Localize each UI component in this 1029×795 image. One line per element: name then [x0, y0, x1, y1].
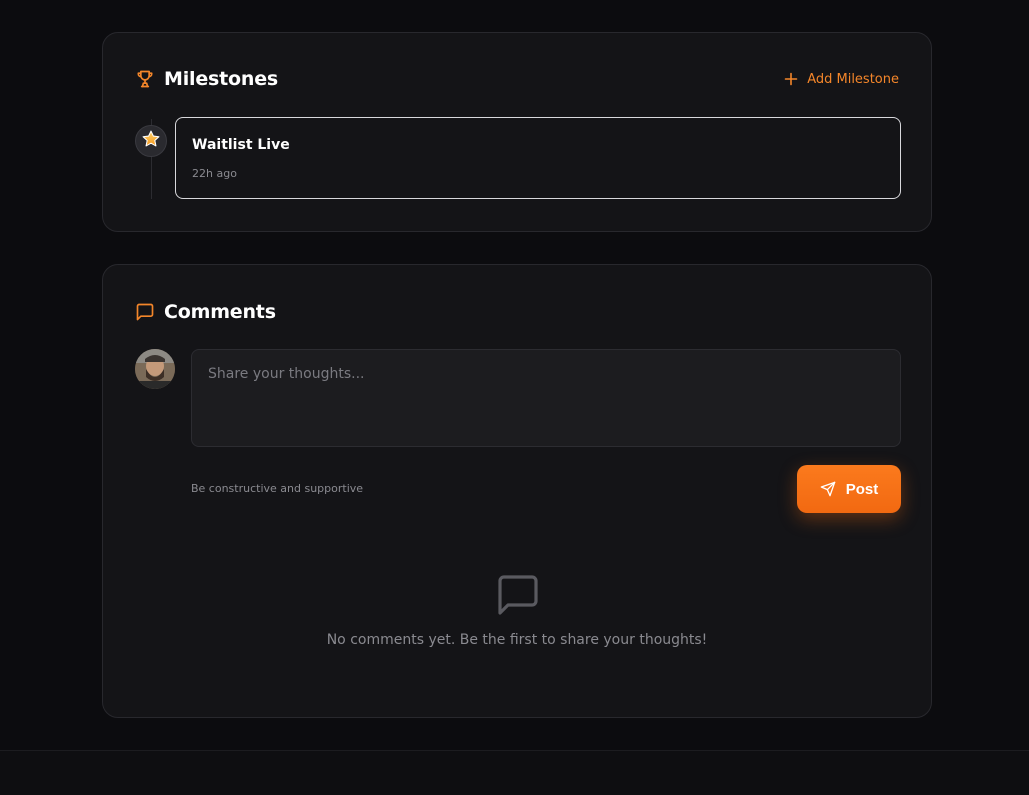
trophy-icon [135, 69, 155, 89]
milestone-timestamp: 22h ago [192, 167, 237, 180]
empty-comments-icon [494, 571, 542, 619]
post-label: Post [845, 480, 879, 498]
footer [0, 750, 1029, 795]
star-icon [141, 129, 161, 153]
milestone-item[interactable]: Waitlist Live 22h ago [175, 117, 901, 199]
empty-comments-text: No comments yet. Be the first to share y… [326, 632, 708, 648]
timeline-marker [135, 125, 167, 157]
add-milestone-button[interactable]: Add Milestone [784, 72, 899, 87]
milestones-card: Milestones Add Milestone Waitlist Live 2… [102, 32, 932, 232]
message-square-icon [135, 302, 155, 322]
milestones-title: Milestones [164, 68, 278, 90]
plus-icon [784, 72, 798, 86]
comment-hint: Be constructive and supportive [191, 482, 364, 495]
send-icon [820, 481, 836, 497]
comments-card: Comments Be constructive and supportive [102, 264, 932, 718]
user-avatar [135, 349, 175, 389]
milestones-header: Milestones Add Milestone [135, 67, 899, 91]
post-button[interactable]: Post [797, 465, 901, 513]
comment-input[interactable] [191, 349, 901, 447]
page: Milestones Add Milestone Waitlist Live 2… [0, 0, 1029, 795]
add-milestone-label: Add Milestone [807, 71, 899, 87]
comments-title: Comments [164, 301, 276, 323]
comments-header: Comments [135, 300, 899, 324]
milestone-title: Waitlist Live [192, 137, 290, 153]
